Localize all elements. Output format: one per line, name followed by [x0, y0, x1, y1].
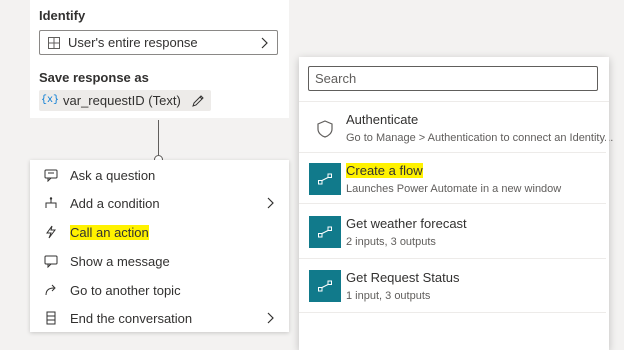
end-icon [46, 311, 56, 325]
action-item-subtitle: 2 inputs, 3 outputs [346, 236, 436, 248]
action-item-get-weather[interactable]: Get weather forecast 2 inputs, 3 outputs [299, 206, 609, 258]
chevron-right-icon [267, 312, 274, 324]
menu-item-label: End the conversation [70, 310, 193, 326]
redirect-icon [45, 284, 56, 296]
action-item-subtitle: 1 input, 3 outputs [346, 290, 431, 302]
identify-label: Identify [39, 8, 86, 23]
scrollbar[interactable] [606, 102, 609, 347]
action-picker-flyout: Authenticate Go to Manage > Authenticati… [299, 57, 613, 350]
menu-item-end-conversation[interactable]: End the conversation [30, 304, 289, 332]
variable-chip[interactable]: {x} var_requestID (Text) [39, 90, 211, 111]
node-connector-line [158, 120, 159, 156]
menu-item-call-action[interactable]: Call an action [30, 218, 289, 246]
action-item-create-flow[interactable]: Create a flow Launches Power Automate in… [299, 153, 609, 205]
entity-icon [48, 36, 60, 49]
menu-item-go-to-topic[interactable]: Go to another topic [30, 276, 289, 304]
menu-item-label: Show a message [70, 253, 170, 269]
edit-pencil-icon[interactable] [191, 94, 205, 108]
divider [299, 203, 609, 204]
chevron-right-icon [261, 37, 268, 48]
search-input[interactable] [308, 66, 598, 91]
flow-icon [309, 163, 341, 195]
condition-icon [45, 197, 57, 208]
question-icon [44, 169, 58, 182]
chevron-right-icon [267, 197, 274, 209]
action-item-get-request-status[interactable]: Get Request Status 1 input, 3 outputs [299, 260, 609, 312]
add-node-menu: Ask a question Add a condition Call an a… [30, 160, 289, 332]
lightning-icon [46, 225, 56, 239]
action-item-title: Get Request Status [346, 270, 460, 285]
identify-dropdown[interactable]: User's entire response [39, 30, 278, 55]
variable-icon: {x} [41, 95, 60, 106]
identify-value: User's entire response [68, 35, 198, 50]
flow-icon [309, 270, 341, 302]
shield-icon [317, 120, 333, 138]
divider [299, 258, 609, 259]
menu-item-label: Go to another topic [70, 282, 181, 298]
action-item-title: Create a flow [346, 163, 423, 178]
divider [299, 312, 609, 313]
action-item-subtitle: Launches Power Automate in a new window [346, 183, 562, 195]
action-item-title: Authenticate [346, 112, 419, 127]
action-item-authenticate[interactable]: Authenticate Go to Manage > Authenticati… [299, 102, 613, 154]
menu-item-label: Call an action [70, 224, 149, 240]
save-response-label: Save response as [39, 70, 149, 85]
action-item-title: Get weather forecast [346, 216, 467, 231]
variable-name: var_requestID (Text) [63, 93, 181, 108]
menu-item-add-condition[interactable]: Add a condition [30, 189, 289, 217]
message-icon [44, 255, 58, 268]
menu-item-label: Add a condition [70, 195, 160, 211]
menu-item-ask-question[interactable]: Ask a question [30, 161, 289, 189]
menu-item-label: Ask a question [70, 167, 156, 183]
flow-icon [309, 216, 341, 248]
menu-item-show-message[interactable]: Show a message [30, 247, 289, 275]
question-node-card: Identify User's entire response Save res… [30, 0, 289, 118]
action-item-subtitle: Go to Manage > Authentication to connect… [346, 132, 614, 144]
